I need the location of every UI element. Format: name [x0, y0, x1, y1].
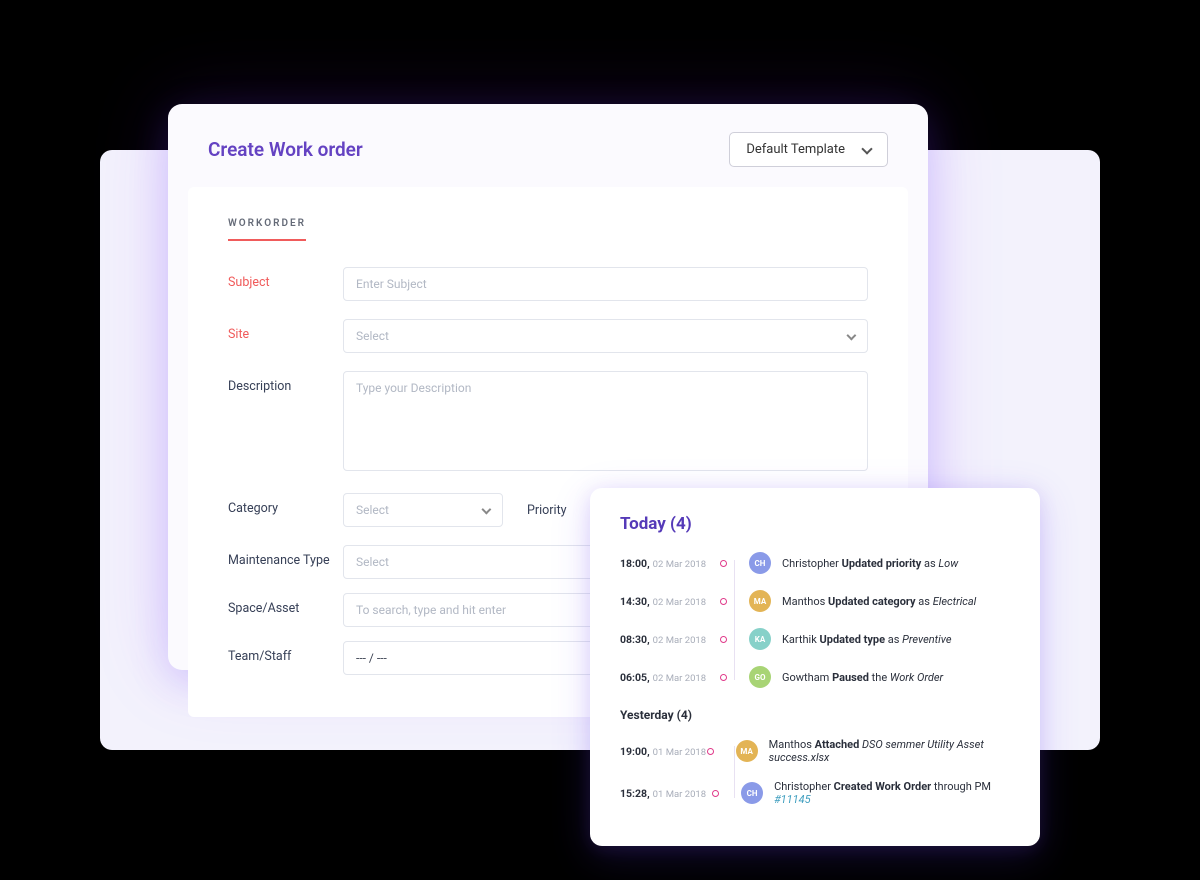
category-placeholder: Select: [356, 503, 389, 517]
template-select[interactable]: Default Template: [729, 132, 888, 167]
page-title: Create Work order: [208, 138, 363, 161]
maint-placeholder: Select: [356, 555, 389, 569]
timeline-dot-icon: [712, 790, 719, 797]
site-select[interactable]: Select: [343, 319, 868, 353]
avatar: MA: [749, 590, 771, 612]
activity-item: 06:0502 Mar 2018 GO Gowtham Paused the Wor…: [620, 666, 1010, 688]
timeline-line: [734, 560, 735, 680]
activity-item: 08:3002 Mar 2018 KA Karthik Updated type a…: [620, 628, 1010, 650]
priority-label: Priority: [527, 503, 567, 518]
activity-message: Christopher Updated priority as Low: [782, 557, 958, 570]
subject-label: Subject: [228, 267, 343, 290]
avatar: CH: [741, 782, 763, 804]
activity-message: Gowtham Paused the Work Order: [782, 671, 943, 684]
activity-message: Christopher Created Work Order through P…: [774, 780, 1010, 806]
chevron-down-icon: [861, 143, 872, 154]
activity-today-header: Today (4): [620, 514, 1010, 534]
category-label: Category: [228, 493, 343, 516]
activity-time: 18:00: [620, 557, 650, 570]
category-select[interactable]: Select: [343, 493, 503, 527]
team-staff-label: Team/Staff: [228, 641, 343, 664]
template-selected-label: Default Template: [746, 142, 845, 157]
timeline-dot-icon: [720, 674, 727, 681]
activity-time: 06:05: [620, 671, 650, 684]
activity-date: 02 Mar 2018: [653, 559, 706, 570]
activity-time: 19:00: [620, 745, 650, 758]
site-label: Site: [228, 319, 343, 342]
activity-date: 02 Mar 2018: [653, 673, 706, 684]
avatar: GO: [749, 666, 771, 688]
activity-time: 08:30: [620, 633, 650, 646]
activity-time: 15:28: [620, 787, 650, 800]
chevron-down-icon: [482, 504, 492, 514]
activity-card: Today (4) 18:0002 Mar 2018CHChristopher …: [590, 488, 1040, 846]
activity-yesterday-list: 19:0001 Mar 2018MAManthos Attached DSO s…: [620, 738, 1010, 806]
activity-item: 19:0001 Mar 2018 MA Manthos Attached DSO s…: [620, 738, 1010, 764]
avatar: CH: [749, 552, 771, 574]
maintenance-type-label: Maintenance Type: [228, 545, 343, 568]
activity-time: 14:30: [620, 595, 650, 608]
chevron-down-icon: [847, 330, 857, 340]
activity-item: 14:3002 Mar 2018 MA Manthos Updated catego…: [620, 590, 1010, 612]
activity-date: 01 Mar 2018: [653, 747, 706, 758]
description-label: Description: [228, 371, 343, 394]
space-asset-label: Space/Asset: [228, 593, 343, 616]
activity-item: 18:0002 Mar 2018 CH Christopher Updated pr…: [620, 552, 1010, 574]
activity-message: Manthos Updated category as Electrical: [782, 595, 976, 608]
activity-item: 15:2801 Mar 2018 CH Christopher Created Wo…: [620, 780, 1010, 806]
timeline-dot-icon: [720, 560, 727, 567]
description-input[interactable]: [343, 371, 868, 471]
avatar: KA: [749, 628, 771, 650]
timeline-dot-icon: [720, 636, 727, 643]
site-placeholder: Select: [356, 329, 389, 343]
activity-date: 02 Mar 2018: [653, 635, 706, 646]
activity-message: Karthik Updated type as Preventive: [782, 633, 951, 646]
activity-yesterday-header: Yesterday (4): [620, 708, 1010, 722]
activity-date: 01 Mar 2018: [653, 789, 706, 800]
subject-input[interactable]: [343, 267, 868, 301]
activity-today-list: 18:0002 Mar 2018CHChristopher Updated pr…: [620, 552, 1010, 688]
activity-message: Manthos Attached DSO semmer Utility Asse…: [769, 738, 1010, 764]
timeline-dot-icon: [707, 748, 714, 755]
timeline-dot-icon: [720, 598, 727, 605]
avatar: MA: [736, 740, 758, 762]
section-label: WORKORDER: [228, 218, 306, 241]
activity-date: 02 Mar 2018: [653, 597, 706, 608]
